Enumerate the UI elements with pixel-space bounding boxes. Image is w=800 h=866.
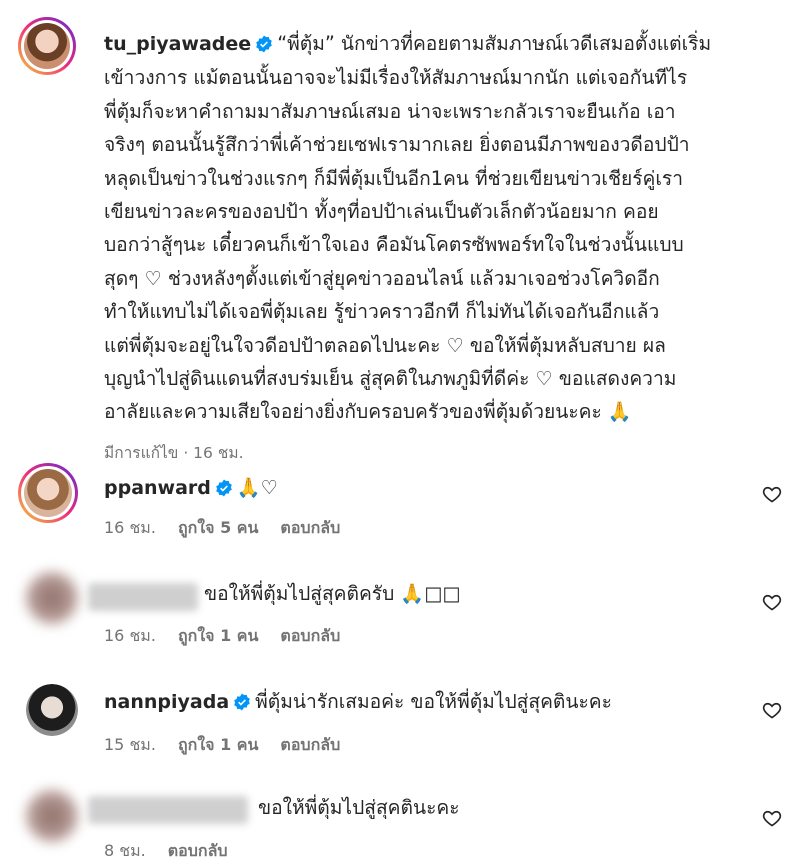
comment-meta: 8 ชม. ตอบกลับ	[104, 839, 250, 864]
caption-text: “พี่ตุ้ม” นักข่าวที่คอยตามสัมภาษณ์เวดีเส…	[277, 32, 712, 55]
commenter-avatar[interactable]	[26, 790, 78, 842]
comment: ขอให้พี่ตุ้มไปสู่สุคติครับ 🙏□□	[204, 577, 461, 610]
comment-text: 🙏♡	[236, 476, 278, 499]
comment-text: ขอให้พี่ตุ้มไปสู่สุคตินะคะ	[258, 796, 460, 819]
comment-likes[interactable]: ถูกใจ 1 คน	[178, 626, 258, 645]
caption-line: พี่ตุ้มก็จะหาคำถามมาสัมภาษณ์เสมอ น่าจะเพ…	[104, 99, 676, 123]
reply-button[interactable]: ตอบกลับ	[280, 518, 340, 537]
comment: nannpiyada พี่ตุ้มน่ารักเสมอค่ะ ขอให้พี่ต…	[104, 685, 612, 719]
post-author-username[interactable]: tu_piyawadee	[104, 33, 251, 55]
caption-line: เขียนข่าวละครของอปป้า ทั้งๆที่อปป้าเล่นเ…	[104, 200, 659, 224]
post-author-avatar[interactable]	[18, 17, 76, 75]
verified-badge-icon	[234, 693, 250, 711]
caption-line-1: tu_piyawadee “พี่ตุ้ม” นักข่าวที่คอยตามสั…	[104, 27, 784, 61]
caption-line: บุญนำไปสู่ดินแดนที่สงบร่มเย็น สู่สุคติใน…	[104, 367, 677, 391]
comment-meta: 16 ชม. ถูกใจ 1 คน ตอบกลับ	[104, 624, 362, 649]
comment-likes[interactable]: ถูกใจ 5 คน	[178, 518, 258, 537]
caption-line: เข้าวงการ แม้ตอนนั้นอาจจะไม่มีเรื่องให้ส…	[104, 66, 688, 90]
verified-badge-icon	[216, 479, 232, 497]
caption-line: แต่พี่ตุ้มจะอยู่ในใจวดีอปป้าตลอดไปนะคะ ♡…	[104, 333, 666, 357]
heart-outline-icon[interactable]	[762, 700, 782, 720]
comment-time[interactable]: 16 ชม.	[104, 518, 156, 537]
comment-text: พี่ตุ้มน่ารักเสมอค่ะ ขอให้พี่ตุ้มไปสู่สุ…	[255, 690, 612, 713]
avatar-photo	[24, 469, 72, 517]
comment: ppanward 🙏♡	[104, 471, 278, 505]
blurred-username	[88, 796, 248, 824]
heart-outline-icon[interactable]	[762, 592, 782, 612]
comment-text: ขอให้พี่ตุ้มไปสู่สุคติครับ 🙏□□	[204, 582, 461, 605]
caption-line: สุดๆ ♡ ช่วงหลังๆตั้งแต่เข้าสู่ยุคข่าวออน…	[104, 266, 660, 290]
comment-time[interactable]: 8 ชม.	[104, 841, 146, 860]
caption-line: หลุดเป็นข่าวในช่วงแรกๆ ก็มีพี่ตุ้มเป็นอี…	[104, 166, 683, 190]
verified-badge-icon	[256, 35, 272, 53]
reply-button[interactable]: ตอบกลับ	[280, 626, 340, 645]
reply-button[interactable]: ตอบกลับ	[168, 841, 228, 860]
commenter-avatar[interactable]	[18, 463, 78, 523]
reply-button[interactable]: ตอบกลับ	[280, 735, 340, 754]
comment-username[interactable]: nannpiyada	[104, 691, 229, 713]
post-meta: มีการแก้ไข · 16 ชม.	[104, 444, 244, 462]
avatar-photo	[26, 684, 78, 736]
blurred-username	[88, 583, 198, 611]
avatar-photo	[24, 23, 70, 69]
caption-line: บอกว่าสู้ๆนะ เดี๋ยวคนก็เข้าใจเอง คือมันโ…	[104, 233, 684, 257]
comment-meta: 16 ชม. ถูกใจ 5 คน ตอบกลับ	[104, 516, 362, 541]
comment-meta: 15 ชม. ถูกใจ 1 คน ตอบกลับ	[104, 733, 362, 758]
caption-line: อาลัยและความเสียใจอย่างยิ่งกับครอบครัวขอ…	[104, 400, 632, 424]
heart-outline-icon[interactable]	[762, 808, 782, 828]
caption-line: ทำให้แทบไม่ได้เจอพี่ตุ้มเลย รู้ข่าวคราวอ…	[104, 300, 660, 324]
commenter-avatar[interactable]	[26, 684, 78, 736]
comment-likes[interactable]: ถูกใจ 1 คน	[178, 735, 258, 754]
post-caption: tu_piyawadee “พี่ตุ้ม” นักข่าวที่คอยตามสั…	[104, 27, 784, 429]
comment-time[interactable]: 15 ชม.	[104, 735, 156, 754]
comment-username[interactable]: ppanward	[104, 477, 211, 499]
comment-time[interactable]: 16 ชม.	[104, 626, 156, 645]
heart-outline-icon[interactable]	[762, 484, 782, 504]
commenter-avatar[interactable]	[26, 572, 78, 624]
comment: ขอให้พี่ตุ้มไปสู่สุคตินะคะ	[258, 791, 460, 824]
caption-line: จริงๆ ตอนนั้นรู้สึกว่าพี่เค้าช่วยเซฟเราม…	[104, 133, 690, 157]
